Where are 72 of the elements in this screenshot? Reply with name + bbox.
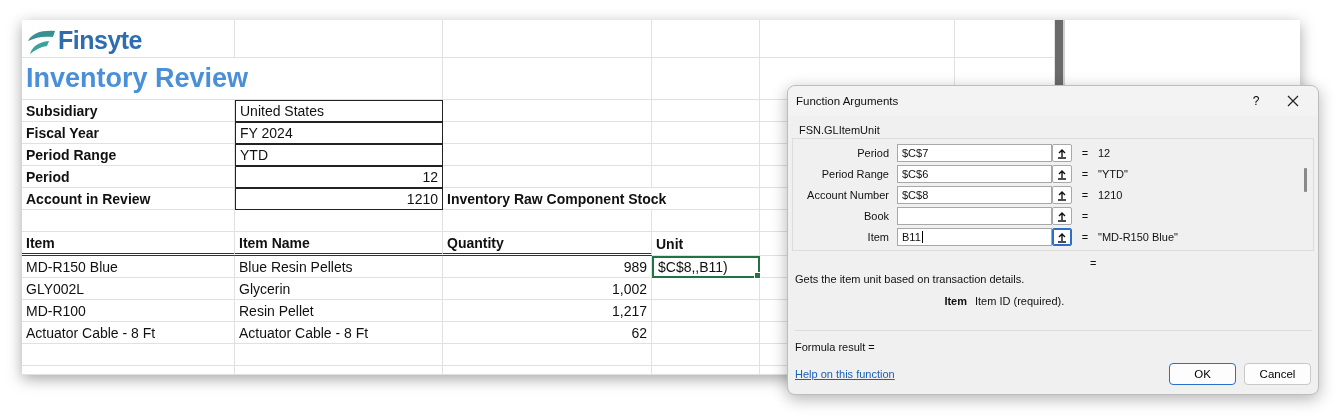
upload-arrow-icon — [1057, 189, 1067, 201]
table-cell: MD-R100 — [22, 300, 235, 322]
function-name: FSN.GLItemUnit — [799, 124, 880, 136]
table-cell: Blue Resin Pellets — [235, 256, 443, 278]
scrollbar-thumb[interactable] — [1304, 168, 1307, 192]
argument-name: Item — [943, 295, 968, 309]
parameter-value: FY 2024 — [235, 122, 443, 144]
upload-arrow-icon — [1057, 210, 1067, 222]
argument-label: Item — [866, 231, 890, 243]
parameter-value: YTD — [235, 144, 443, 166]
argument-result: 12 — [1098, 147, 1111, 159]
upload-arrow-icon — [1057, 231, 1067, 243]
table-cell: GLY002L — [22, 278, 235, 300]
logo-text: Finsyte — [58, 26, 143, 55]
dialog-button[interactable]: OK — [1169, 363, 1236, 385]
column-header: Unit — [652, 232, 760, 256]
equals-sign: = — [1080, 147, 1090, 159]
parameter-label: Subsidiary — [22, 100, 235, 122]
argument-field[interactable]: $C$6 — [897, 165, 1052, 183]
function-description: Gets the item unit based on transaction details. — [795, 273, 1026, 285]
collapse-button[interactable] — [1052, 144, 1072, 162]
parameter-value: 1210 — [235, 188, 443, 210]
collapse-button[interactable] — [1052, 165, 1072, 183]
table-cell: 1,217 — [443, 300, 652, 322]
column-header: Item Name — [235, 232, 443, 256]
table-cell: Glycerin — [235, 278, 443, 300]
upload-arrow-icon — [1057, 147, 1067, 159]
close-icon — [1287, 95, 1299, 107]
parameter-label: Period Range — [22, 144, 235, 166]
equals-sign: = — [1080, 189, 1090, 201]
argument-result: 1210 — [1098, 189, 1123, 201]
table-cell: 1,002 — [443, 278, 652, 300]
dialog-title: Function Arguments — [796, 95, 900, 107]
argument-field[interactable] — [897, 207, 1052, 225]
column-header: Item — [22, 232, 235, 256]
argument-label: Period Range — [820, 168, 890, 180]
argument-result: "YTD" — [1098, 168, 1128, 180]
equals-sign: = — [1090, 257, 1097, 269]
account-description: Inventory Raw Component Stock — [443, 188, 760, 210]
argument-field[interactable]: $C$8 — [897, 186, 1052, 204]
argument-description: Item ID (required). — [975, 295, 1065, 309]
parameter-value: United States — [235, 100, 443, 122]
help-link[interactable]: Help on this function — [795, 368, 1161, 380]
parameter-value: 12 — [235, 166, 443, 188]
table-cell: MD-R150 Blue — [22, 256, 235, 278]
dialog-button[interactable]: Cancel — [1244, 363, 1311, 385]
sheet-title: Inventory Review — [22, 58, 443, 100]
active-cell[interactable]: $C$8,,B11) — [652, 256, 760, 278]
collapse-button[interactable] — [1052, 207, 1072, 225]
argument-field[interactable]: $C$7 — [897, 144, 1052, 162]
table-cell: Actuator Cable - 8 Ft — [22, 322, 235, 344]
equals-sign: = — [1080, 231, 1090, 243]
equals-sign: = — [1080, 168, 1090, 180]
argument-field[interactable]: B11 — [897, 228, 1052, 246]
argument-label: Account Number — [806, 189, 890, 201]
column-header: Quantity — [443, 232, 652, 256]
table-cell: Resin Pellet — [235, 300, 443, 322]
equals-sign: = — [1080, 210, 1090, 222]
argument-result: "MD-R150 Blue" — [1098, 231, 1178, 243]
parameter-label: Account in Review — [22, 188, 235, 210]
table-cell: 62 — [443, 322, 652, 344]
parameter-label: Fiscal Year — [22, 122, 235, 144]
table-cell: Actuator Cable - 8 Ft — [235, 322, 443, 344]
help-button[interactable]: ? — [1236, 94, 1276, 108]
argument-label: Period — [856, 147, 890, 159]
collapse-button[interactable] — [1052, 186, 1072, 204]
argument-label: Book — [862, 210, 890, 222]
collapse-button[interactable] — [1052, 228, 1072, 246]
table-cell: 989 — [443, 256, 652, 278]
parameter-label: Period — [22, 166, 235, 188]
upload-arrow-icon — [1057, 168, 1067, 180]
formula-result: Formula result = — [795, 341, 876, 355]
